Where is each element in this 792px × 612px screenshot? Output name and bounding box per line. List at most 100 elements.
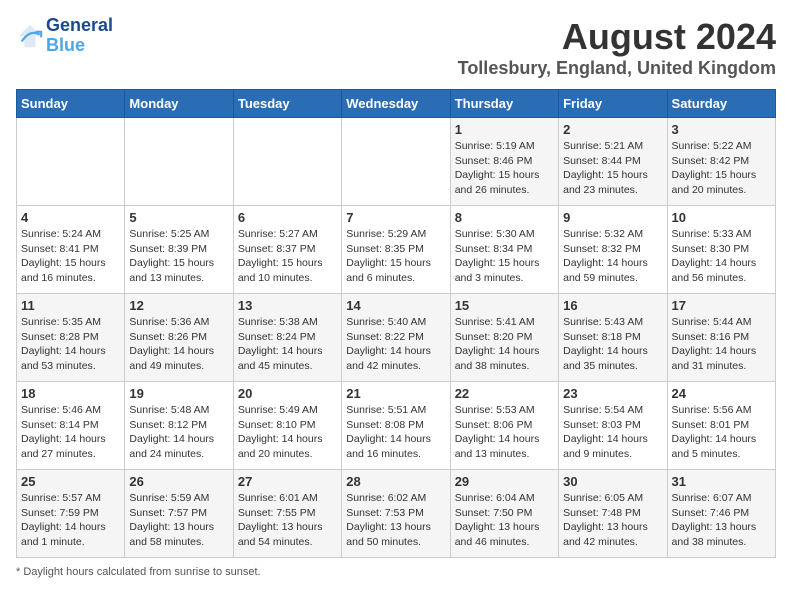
day-info: Sunrise: 5:40 AM Sunset: 8:22 PM Dayligh… [346, 315, 445, 374]
day-number: 24 [672, 386, 771, 401]
logo-line2: Blue [46, 36, 113, 56]
logo-line1: General [46, 16, 113, 36]
calendar-cell: 28 Sunrise: 6:02 AM Sunset: 7:53 PM Dayli… [342, 470, 450, 558]
calendar-day-header: Monday [125, 90, 233, 118]
day-number: 27 [238, 474, 337, 489]
logo-icon [16, 22, 44, 50]
day-number: 17 [672, 298, 771, 313]
calendar-cell: 24 Sunrise: 5:56 AM Sunset: 8:01 PM Dayli… [667, 382, 775, 470]
page-subtitle: Tollesbury, England, United Kingdom [458, 58, 776, 79]
day-info: Sunrise: 5:57 AM Sunset: 7:59 PM Dayligh… [21, 491, 120, 550]
calendar-cell: 12 Sunrise: 5:36 AM Sunset: 8:26 PM Dayli… [125, 294, 233, 382]
calendar-cell: 2 Sunrise: 5:21 AM Sunset: 8:44 PM Daylig… [559, 118, 667, 206]
day-info: Sunrise: 6:02 AM Sunset: 7:53 PM Dayligh… [346, 491, 445, 550]
day-number: 3 [672, 122, 771, 137]
day-info: Sunrise: 5:29 AM Sunset: 8:35 PM Dayligh… [346, 227, 445, 286]
day-info: Sunrise: 5:27 AM Sunset: 8:37 PM Dayligh… [238, 227, 337, 286]
day-number: 11 [21, 298, 120, 313]
day-info: Sunrise: 5:22 AM Sunset: 8:42 PM Dayligh… [672, 139, 771, 198]
calendar-cell: 5Sunrise: 5:25 AM Sunset: 8:39 PM Daylig… [125, 206, 233, 294]
calendar-cell: 8Sunrise: 5:30 AM Sunset: 8:34 PM Daylig… [450, 206, 558, 294]
day-number: 15 [455, 298, 554, 313]
day-info: Sunrise: 5:21 AM Sunset: 8:44 PM Dayligh… [563, 139, 662, 198]
day-info: Sunrise: 5:36 AM Sunset: 8:26 PM Dayligh… [129, 315, 228, 374]
calendar-cell: 19Sunrise: 5:48 AM Sunset: 8:12 PM Dayli… [125, 382, 233, 470]
page-title: August 2024 [458, 16, 776, 58]
day-info: Sunrise: 5:38 AM Sunset: 8:24 PM Dayligh… [238, 315, 337, 374]
calendar-cell: 29 Sunrise: 6:04 AM Sunset: 7:50 PM Dayli… [450, 470, 558, 558]
calendar-cell: 15Sunrise: 5:41 AM Sunset: 8:20 PM Dayli… [450, 294, 558, 382]
day-info: Sunrise: 5:19 AM Sunset: 8:46 PM Dayligh… [455, 139, 554, 198]
calendar-cell: 25 Sunrise: 5:57 AM Sunset: 7:59 PM Dayli… [17, 470, 125, 558]
calendar-cell: 23 Sunrise: 5:54 AM Sunset: 8:03 PM Dayli… [559, 382, 667, 470]
calendar-day-header: Saturday [667, 90, 775, 118]
calendar-day-header: Wednesday [342, 90, 450, 118]
calendar-cell: 3 Sunrise: 5:22 AM Sunset: 8:42 PM Daylig… [667, 118, 775, 206]
calendar-table: SundayMondayTuesdayWednesdayThursdayFrid… [16, 89, 776, 558]
calendar-cell: 13Sunrise: 5:38 AM Sunset: 8:24 PM Dayli… [233, 294, 341, 382]
day-number: 31 [672, 474, 771, 489]
day-info: Sunrise: 5:24 AM Sunset: 8:41 PM Dayligh… [21, 227, 120, 286]
day-number: 18 [21, 386, 120, 401]
day-number: 6 [238, 210, 337, 225]
calendar-day-header: Thursday [450, 90, 558, 118]
calendar-cell: 21 Sunrise: 5:51 AM Sunset: 8:08 PM Dayli… [342, 382, 450, 470]
calendar-day-header: Sunday [17, 90, 125, 118]
day-number: 1 [455, 122, 554, 137]
calendar-header: SundayMondayTuesdayWednesdayThursdayFrid… [17, 90, 776, 118]
calendar-cell: 6 Sunrise: 5:27 AM Sunset: 8:37 PM Daylig… [233, 206, 341, 294]
day-number: 2 [563, 122, 662, 137]
calendar-cell: 20Sunrise: 5:49 AM Sunset: 8:10 PM Dayli… [233, 382, 341, 470]
day-number: 21 [346, 386, 445, 401]
calendar-cell: 26 Sunrise: 5:59 AM Sunset: 7:57 PM Dayli… [125, 470, 233, 558]
day-info: Sunrise: 5:56 AM Sunset: 8:01 PM Dayligh… [672, 403, 771, 462]
day-info: Sunrise: 6:05 AM Sunset: 7:48 PM Dayligh… [563, 491, 662, 550]
footer-note: * Daylight hours calculated from sunrise… [16, 566, 776, 578]
day-info: Sunrise: 5:51 AM Sunset: 8:08 PM Dayligh… [346, 403, 445, 462]
day-number: 28 [346, 474, 445, 489]
day-info: Sunrise: 5:48 AM Sunset: 8:12 PM Dayligh… [129, 403, 228, 462]
calendar-cell: 10 Sunrise: 5:33 AM Sunset: 8:30 PM Dayli… [667, 206, 775, 294]
day-info: Sunrise: 6:04 AM Sunset: 7:50 PM Dayligh… [455, 491, 554, 550]
calendar-cell: 1 Sunrise: 5:19 AM Sunset: 8:46 PM Daylig… [450, 118, 558, 206]
day-info: Sunrise: 5:35 AM Sunset: 8:28 PM Dayligh… [21, 315, 120, 374]
day-info: Sunrise: 5:53 AM Sunset: 8:06 PM Dayligh… [455, 403, 554, 462]
day-info: Sunrise: 5:33 AM Sunset: 8:30 PM Dayligh… [672, 227, 771, 286]
day-number: 16 [563, 298, 662, 313]
calendar-day-header: Tuesday [233, 90, 341, 118]
day-number: 14 [346, 298, 445, 313]
calendar-cell: 9Sunrise: 5:32 AM Sunset: 8:32 PM Daylig… [559, 206, 667, 294]
calendar-cell: 11 Sunrise: 5:35 AM Sunset: 8:28 PM Dayli… [17, 294, 125, 382]
calendar-cell [233, 118, 341, 206]
calendar-cell [342, 118, 450, 206]
day-number: 4 [21, 210, 120, 225]
day-number: 30 [563, 474, 662, 489]
day-number: 12 [129, 298, 228, 313]
day-number: 23 [563, 386, 662, 401]
title-area: August 2024 Tollesbury, England, United … [458, 16, 776, 79]
calendar-cell: 4 Sunrise: 5:24 AM Sunset: 8:41 PM Daylig… [17, 206, 125, 294]
header: General Blue August 2024 Tollesbury, Eng… [16, 16, 776, 79]
day-number: 26 [129, 474, 228, 489]
day-number: 25 [21, 474, 120, 489]
day-info: Sunrise: 5:44 AM Sunset: 8:16 PM Dayligh… [672, 315, 771, 374]
day-info: Sunrise: 6:01 AM Sunset: 7:55 PM Dayligh… [238, 491, 337, 550]
calendar-cell: 31Sunrise: 6:07 AM Sunset: 7:46 PM Dayli… [667, 470, 775, 558]
calendar-cell: 27 Sunrise: 6:01 AM Sunset: 7:55 PM Dayli… [233, 470, 341, 558]
calendar-cell [17, 118, 125, 206]
day-number: 29 [455, 474, 554, 489]
calendar-cell: 16Sunrise: 5:43 AM Sunset: 8:18 PM Dayli… [559, 294, 667, 382]
calendar-cell: 30 Sunrise: 6:05 AM Sunset: 7:48 PM Dayli… [559, 470, 667, 558]
day-info: Sunrise: 5:59 AM Sunset: 7:57 PM Dayligh… [129, 491, 228, 550]
day-info: Sunrise: 5:46 AM Sunset: 8:14 PM Dayligh… [21, 403, 120, 462]
day-info: Sunrise: 5:25 AM Sunset: 8:39 PM Dayligh… [129, 227, 228, 286]
day-number: 8 [455, 210, 554, 225]
day-number: 22 [455, 386, 554, 401]
day-info: Sunrise: 5:49 AM Sunset: 8:10 PM Dayligh… [238, 403, 337, 462]
calendar-cell: 7 Sunrise: 5:29 AM Sunset: 8:35 PM Daylig… [342, 206, 450, 294]
calendar-cell: 18 Sunrise: 5:46 AM Sunset: 8:14 PM Dayli… [17, 382, 125, 470]
day-number: 7 [346, 210, 445, 225]
day-info: Sunrise: 5:54 AM Sunset: 8:03 PM Dayligh… [563, 403, 662, 462]
calendar-cell: 22 Sunrise: 5:53 AM Sunset: 8:06 PM Dayli… [450, 382, 558, 470]
day-number: 10 [672, 210, 771, 225]
